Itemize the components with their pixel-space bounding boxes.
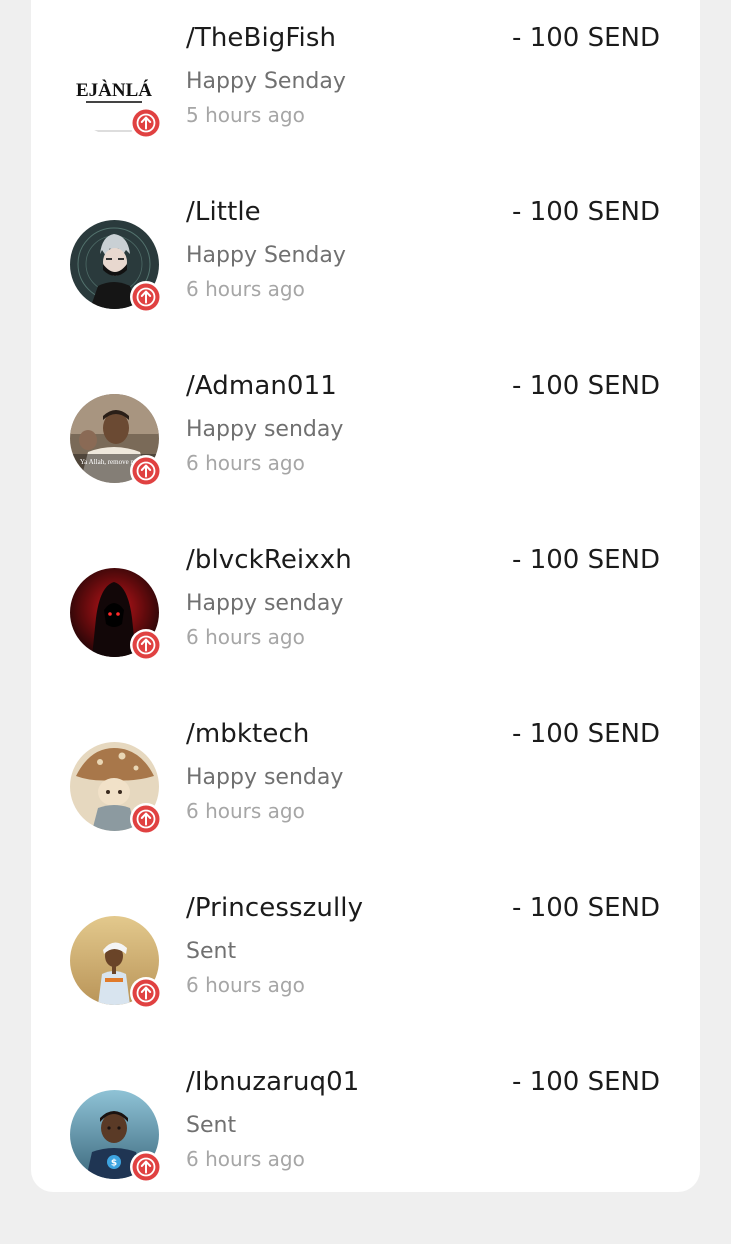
transaction-time: 6 hours ago xyxy=(186,451,305,475)
list-item[interactable]: /mbktech Happy senday 6 hours ago - 100 … xyxy=(31,719,700,896)
arrow-up-icon xyxy=(129,802,163,836)
svg-text:$: $ xyxy=(111,1159,117,1169)
transaction-time: 6 hours ago xyxy=(186,625,305,649)
transaction-memo: Happy Senday xyxy=(186,243,346,268)
transaction-name[interactable]: /Princesszully xyxy=(186,893,363,923)
list-item[interactable]: $ /Ibnuzaruq01 Sent 6 hours ago - 100 SE… xyxy=(31,1067,700,1244)
transaction-amount: - 100 SEND xyxy=(512,719,660,749)
list-item[interactable]: Ya Allah, remove my diffic /Adman011 Hap… xyxy=(31,371,700,548)
transaction-name[interactable]: /Little xyxy=(186,197,261,227)
transaction-amount: - 100 SEND xyxy=(512,893,660,923)
transaction-time: 6 hours ago xyxy=(186,973,305,997)
avatar-wrap: Ya Allah, remove my diffic xyxy=(70,394,160,484)
arrow-up-icon xyxy=(129,976,163,1010)
transaction-memo: Happy senday xyxy=(186,591,344,616)
transaction-name[interactable]: /Ibnuzaruq01 xyxy=(186,1067,359,1097)
transaction-name[interactable]: /blvckReixxh xyxy=(186,545,352,575)
transaction-memo: Happy senday xyxy=(186,417,344,442)
transactions-card: EJÀNLÁ /TheBigFish Happy Senday 5 hours … xyxy=(31,0,700,1192)
transaction-amount: - 100 SEND xyxy=(512,197,660,227)
avatar-logo-text: EJÀNLÁ xyxy=(76,79,152,101)
avatar-wrap xyxy=(70,742,160,832)
transaction-name[interactable]: /Adman011 xyxy=(186,371,337,401)
arrow-up-icon xyxy=(129,454,163,488)
transaction-amount: - 100 SEND xyxy=(512,23,660,53)
list-item[interactable]: EJÀNLÁ /TheBigFish Happy Senday 5 hours … xyxy=(31,23,700,200)
transaction-memo: Happy Senday xyxy=(186,69,346,94)
transaction-amount: - 100 SEND xyxy=(512,1067,660,1097)
transaction-time: 6 hours ago xyxy=(186,277,305,301)
arrow-up-icon xyxy=(129,280,163,314)
transaction-memo: Sent xyxy=(186,939,237,964)
avatar-wrap: $ xyxy=(70,1090,160,1180)
arrow-up-icon xyxy=(129,106,163,140)
list-item[interactable]: /Little Happy Senday 6 hours ago - 100 S… xyxy=(31,197,700,374)
transaction-name[interactable]: /TheBigFish xyxy=(186,23,336,53)
transaction-time: 6 hours ago xyxy=(186,799,305,823)
avatar-wrap xyxy=(70,568,160,658)
transaction-amount: - 100 SEND xyxy=(512,371,660,401)
avatar-wrap xyxy=(70,220,160,310)
list-item[interactable]: /Princesszully Sent 6 hours ago - 100 SE… xyxy=(31,893,700,1070)
avatar-wrap xyxy=(70,916,160,1006)
transaction-time: 6 hours ago xyxy=(186,1147,305,1171)
avatar-wrap: EJÀNLÁ xyxy=(70,46,160,136)
transaction-amount: - 100 SEND xyxy=(512,545,660,575)
arrow-up-icon xyxy=(129,628,163,662)
list-item[interactable]: /blvckReixxh Happy senday 6 hours ago - … xyxy=(31,545,700,722)
arrow-up-icon xyxy=(129,1150,163,1184)
transaction-memo: Sent xyxy=(186,1113,237,1138)
transaction-memo: Happy senday xyxy=(186,765,344,790)
transaction-name[interactable]: /mbktech xyxy=(186,719,309,749)
transaction-time: 5 hours ago xyxy=(186,103,305,127)
